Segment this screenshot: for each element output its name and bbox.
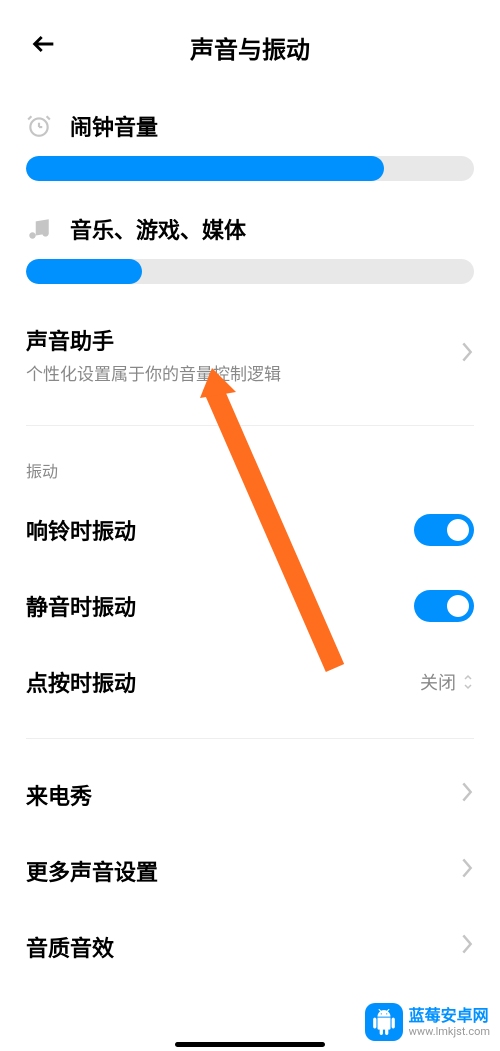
- divider: [26, 738, 474, 739]
- toggle-thumb: [447, 519, 469, 541]
- toggle-thumb: [447, 595, 469, 617]
- chevron-right-icon: [460, 933, 474, 961]
- vibrate-on-tap-label: 点按时振动: [26, 666, 136, 698]
- sound-effects-label: 音质音效: [26, 931, 114, 963]
- sound-effects-item[interactable]: 音质音效: [0, 909, 500, 985]
- watermark: 蓝莓安卓网 www.lmkjst.com: [365, 1003, 490, 1041]
- vibration-group-label: 振动: [0, 426, 500, 492]
- page-title: 声音与振动: [30, 30, 470, 65]
- vibrate-on-silent-item: 静音时振动: [0, 568, 500, 644]
- vibrate-on-ring-label: 响铃时振动: [26, 514, 136, 546]
- up-down-icon: [462, 673, 474, 691]
- chevron-right-icon: [460, 341, 474, 369]
- media-volume-label: 音乐、游戏、媒体: [70, 213, 246, 245]
- alarm-volume-slider[interactable]: [26, 156, 474, 181]
- watermark-title: 蓝莓安卓网: [409, 1006, 490, 1025]
- caller-show-item[interactable]: 来电秀: [0, 757, 500, 833]
- sound-assistant-item[interactable]: 声音助手 个性化设置属于你的音量控制逻辑: [26, 302, 474, 407]
- watermark-url: www.lmkjst.com: [409, 1025, 490, 1038]
- back-button[interactable]: [30, 30, 58, 66]
- vibrate-on-silent-toggle[interactable]: [414, 590, 474, 622]
- alarm-icon: [26, 113, 52, 139]
- alarm-volume-label: 闹钟音量: [70, 110, 158, 142]
- sound-assistant-title: 声音助手: [26, 324, 460, 356]
- chevron-right-icon: [460, 781, 474, 809]
- chevron-right-icon: [460, 857, 474, 885]
- vibrate-on-tap-item[interactable]: 点按时振动 关闭: [0, 644, 500, 720]
- more-sound-settings-label: 更多声音设置: [26, 855, 158, 887]
- vibrate-on-silent-label: 静音时振动: [26, 590, 136, 622]
- vibrate-on-ring-toggle[interactable]: [414, 514, 474, 546]
- caller-show-label: 来电秀: [26, 779, 92, 811]
- home-indicator: [175, 1042, 325, 1047]
- media-volume-fill: [26, 259, 142, 284]
- more-sound-settings-item[interactable]: 更多声音设置: [0, 833, 500, 909]
- media-volume-slider[interactable]: [26, 259, 474, 284]
- sound-assistant-subtitle: 个性化设置属于你的音量控制逻辑: [26, 360, 460, 385]
- vibrate-on-tap-value: 关闭: [420, 669, 456, 695]
- alarm-volume-item: 闹钟音量: [26, 110, 474, 181]
- header: 声音与振动: [0, 0, 500, 85]
- media-volume-item: 音乐、游戏、媒体: [26, 213, 474, 284]
- alarm-volume-fill: [26, 156, 384, 181]
- music-icon: [26, 216, 52, 242]
- vibrate-on-ring-item: 响铃时振动: [0, 492, 500, 568]
- watermark-logo-icon: [365, 1003, 403, 1041]
